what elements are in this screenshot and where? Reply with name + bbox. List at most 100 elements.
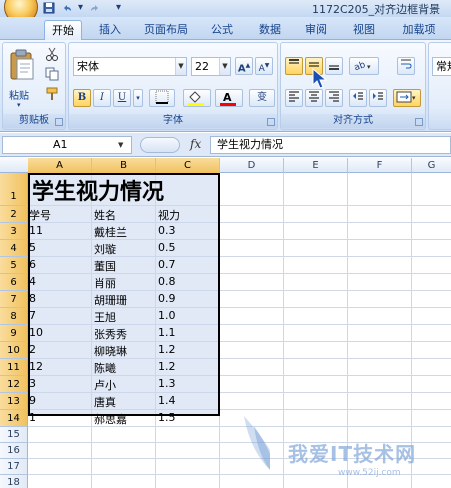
column-header-f[interactable]: F xyxy=(348,158,412,173)
chevron-down-icon[interactable]: ▾ xyxy=(133,89,143,107)
cell-c10[interactable]: 1.2 xyxy=(158,343,176,356)
chevron-down-icon[interactable]: ▾ xyxy=(74,2,87,14)
cell-a1[interactable]: 学生视力情况 xyxy=(32,174,164,206)
row-header-2[interactable]: 2 xyxy=(0,206,28,223)
cell-b13[interactable]: 唐真 xyxy=(94,394,116,410)
cell-a2[interactable]: 学号 xyxy=(29,207,51,223)
merge-center-button[interactable]: ▾ xyxy=(393,89,421,107)
cell-b12[interactable]: 卢小 xyxy=(94,377,116,393)
row-header-7[interactable]: 7 xyxy=(0,291,28,308)
row-header-3[interactable]: 3 xyxy=(0,223,28,240)
cell-a13[interactable]: 9 xyxy=(29,394,36,407)
cell-a5[interactable]: 6 xyxy=(29,258,36,271)
row-header-14[interactable]: 14 xyxy=(0,410,28,427)
phonetic-guide-button[interactable]: 变 xyxy=(249,89,275,107)
alignment-dialog-launcher[interactable] xyxy=(415,118,423,126)
cell-a8[interactable]: 7 xyxy=(29,309,36,322)
tab-home[interactable]: 开始 xyxy=(44,20,82,40)
top-align-button[interactable] xyxy=(285,57,303,75)
cell-c7[interactable]: 0.9 xyxy=(158,292,176,305)
row-header-1[interactable]: 1 xyxy=(0,173,28,206)
cell-c12[interactable]: 1.3 xyxy=(158,377,176,390)
fill-color-button[interactable] xyxy=(183,89,211,107)
cell-a3[interactable]: 11 xyxy=(29,224,43,237)
redo-icon[interactable] xyxy=(88,2,101,14)
cell-b8[interactable]: 王旭 xyxy=(94,309,116,325)
row-header-10[interactable]: 10 xyxy=(0,342,28,359)
copy-button[interactable] xyxy=(43,67,61,85)
cell-b10[interactable]: 柳晓琳 xyxy=(94,343,127,359)
decrease-indent-button[interactable] xyxy=(349,89,367,107)
row-header-6[interactable]: 6 xyxy=(0,274,28,291)
align-right-button[interactable] xyxy=(325,89,343,107)
cell-a7[interactable]: 8 xyxy=(29,292,36,305)
font-name-combo[interactable]: 宋体 ▼ xyxy=(73,57,187,76)
cell-c8[interactable]: 1.0 xyxy=(158,309,176,322)
borders-button[interactable] xyxy=(149,89,175,107)
cell-a14[interactable]: 1 xyxy=(29,411,36,424)
cell-b14[interactable]: 郝思嘉 xyxy=(94,411,127,427)
formula-input[interactable]: 学生视力情况 xyxy=(210,136,451,154)
name-box[interactable]: A1 xyxy=(2,136,132,154)
save-icon[interactable] xyxy=(42,2,55,14)
shrink-font-button[interactable]: A▼ xyxy=(255,57,273,75)
row-header-13[interactable]: 13 xyxy=(0,393,28,410)
row-header-18[interactable]: 18 xyxy=(0,475,28,488)
cell-b4[interactable]: 刘璇 xyxy=(94,241,116,257)
tab-add-ins[interactable]: 加载项 xyxy=(394,20,444,40)
column-header-a[interactable]: A xyxy=(28,158,92,173)
row-header-9[interactable]: 9 xyxy=(0,325,28,342)
row-header-4[interactable]: 4 xyxy=(0,240,28,257)
column-header-c[interactable]: C xyxy=(156,158,220,173)
cell-b9[interactable]: 张秀秀 xyxy=(94,326,127,342)
cell-b3[interactable]: 戴桂兰 xyxy=(94,224,127,240)
column-header-g[interactable]: G xyxy=(412,158,451,173)
grow-font-button[interactable]: A▲ xyxy=(235,57,253,75)
tab-view[interactable]: 视图 xyxy=(346,20,382,40)
cell-b6[interactable]: 肖丽 xyxy=(94,275,116,291)
column-header-d[interactable]: D xyxy=(220,158,284,173)
align-left-button[interactable] xyxy=(285,89,303,107)
cell-c2[interactable]: 视力 xyxy=(158,207,180,223)
cell-c13[interactable]: 1.4 xyxy=(158,394,176,407)
font-color-button[interactable]: A xyxy=(215,89,243,107)
font-dialog-launcher[interactable] xyxy=(267,118,275,126)
italic-button[interactable]: I xyxy=(93,89,111,107)
cell-a10[interactable]: 2 xyxy=(29,343,36,356)
column-header-e[interactable]: E xyxy=(284,158,348,173)
cell-b5[interactable]: 董国 xyxy=(94,258,116,274)
cell-a9[interactable]: 10 xyxy=(29,326,43,339)
chevron-down-icon[interactable]: ▼ xyxy=(175,58,186,75)
row-header-5[interactable]: 5 xyxy=(0,257,28,274)
cell-b7[interactable]: 胡珊珊 xyxy=(94,292,127,308)
chevron-down-icon[interactable]: ▼ xyxy=(118,141,123,149)
orientation-button[interactable]: ab ▾ xyxy=(349,57,379,75)
row-header-11[interactable]: 11 xyxy=(0,359,28,376)
row-header-15[interactable]: 15 xyxy=(0,427,28,443)
cell-a4[interactable]: 5 xyxy=(29,241,36,254)
cell-c5[interactable]: 0.7 xyxy=(158,258,176,271)
cell-c4[interactable]: 0.5 xyxy=(158,241,176,254)
increase-indent-button[interactable] xyxy=(369,89,387,107)
cell-c14[interactable]: 1.5 xyxy=(158,411,176,424)
font-size-combo[interactable]: 22 ▼ xyxy=(191,57,231,76)
cell-b2[interactable]: 姓名 xyxy=(94,207,116,223)
row-header-8[interactable]: 8 xyxy=(0,308,28,325)
bold-button[interactable]: B xyxy=(73,89,91,107)
cell-a12[interactable]: 3 xyxy=(29,377,36,390)
tab-formulas[interactable]: 公式 xyxy=(204,20,240,40)
cell-a6[interactable]: 4 xyxy=(29,275,36,288)
paste-button[interactable]: 粘贴 ▾ xyxy=(7,47,37,109)
tab-data[interactable]: 数据 xyxy=(252,20,288,40)
column-header-b[interactable]: B xyxy=(92,158,156,173)
cell-c11[interactable]: 1.2 xyxy=(158,360,176,373)
clipboard-dialog-launcher[interactable] xyxy=(55,118,63,126)
customize-quick-access-icon[interactable]: ▾ xyxy=(112,2,125,14)
row-header-16[interactable]: 16 xyxy=(0,443,28,459)
undo-icon[interactable] xyxy=(60,2,73,14)
cut-button[interactable] xyxy=(43,47,61,65)
cell-c6[interactable]: 0.8 xyxy=(158,275,176,288)
wrap-text-button[interactable] xyxy=(397,57,415,75)
cell-a11[interactable]: 12 xyxy=(29,360,43,373)
row-header-12[interactable]: 12 xyxy=(0,376,28,393)
